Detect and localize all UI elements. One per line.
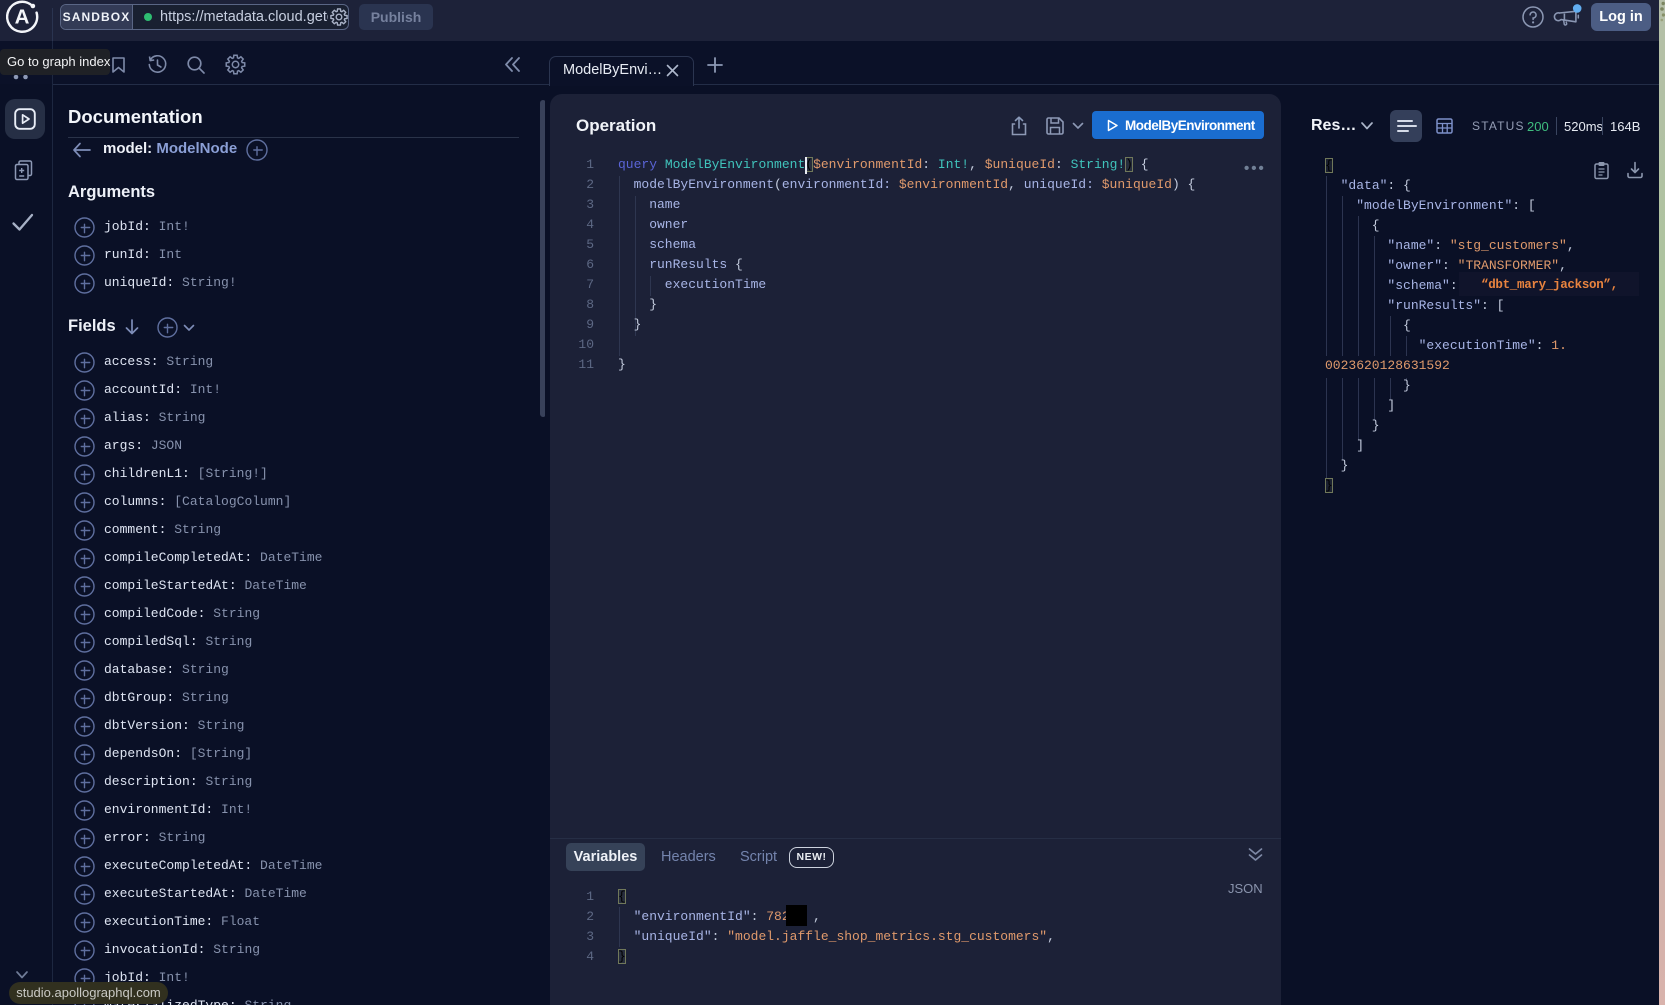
svg-text:A: A [15, 6, 30, 29]
